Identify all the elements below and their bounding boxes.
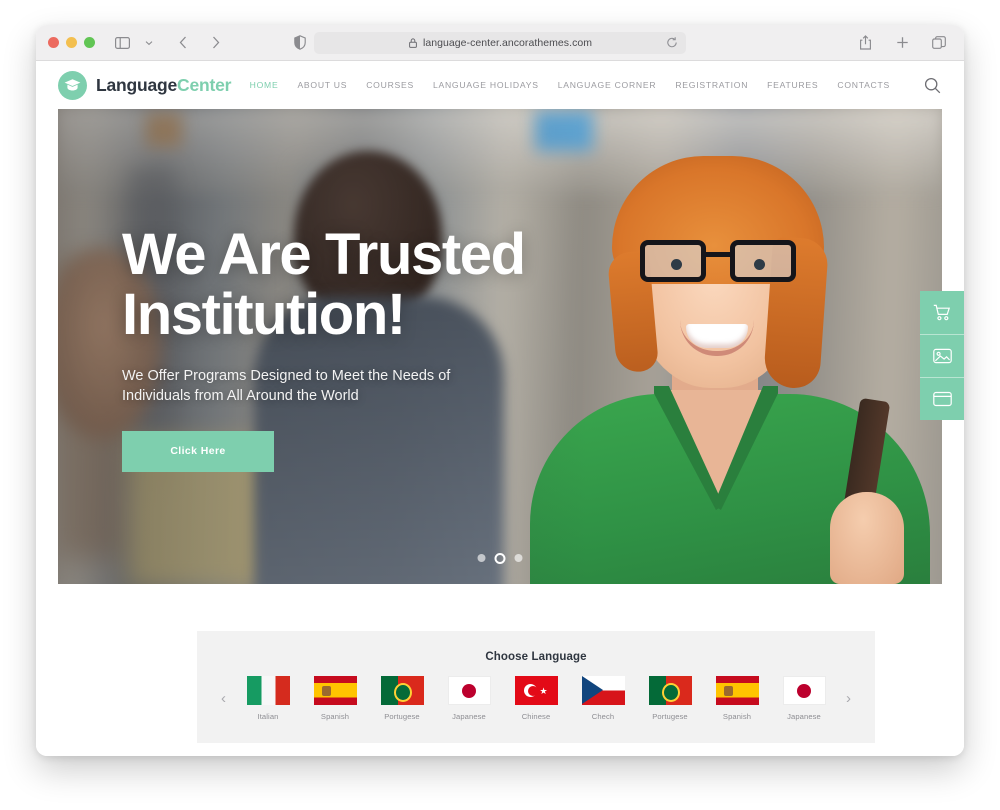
shopping-cart-icon[interactable]: [920, 291, 964, 334]
back-arrow-icon[interactable]: [172, 32, 194, 54]
hero-subtitle-line-2: Individuals from All Around the World: [122, 388, 359, 405]
language-label: Italian: [257, 712, 279, 721]
logo-wordmark: LanguageCenter: [96, 75, 231, 96]
slider-dot-2[interactable]: [494, 552, 506, 564]
zoom-window-button[interactable]: [84, 37, 95, 48]
spain-flag-icon: [313, 676, 357, 705]
card-window-icon[interactable]: [920, 377, 964, 420]
new-tab-icon[interactable]: [891, 32, 913, 54]
language-label: Portugese: [384, 712, 420, 721]
nav-item-features[interactable]: FEATURES: [767, 80, 818, 90]
portugal-flag-icon: [648, 676, 692, 705]
hero-slider: We Are Trusted Institution! We Offer Pro…: [58, 109, 942, 584]
hero-cta-button[interactable]: Click Here: [122, 430, 274, 472]
site-header: LanguageCenter HOME ABOUT US COURSES LAN…: [36, 61, 964, 109]
japan-flag-icon: [447, 676, 491, 705]
nav-item-registration[interactable]: REGISTRATION: [675, 80, 748, 90]
logo-primary-text: Language: [96, 74, 178, 95]
japan-flag-icon: [782, 676, 826, 705]
language-label: Spanish: [722, 712, 752, 721]
address-bar-container: language-center.ancorathemes.com: [314, 31, 686, 54]
address-bar[interactable]: language-center.ancorathemes.com: [314, 31, 686, 54]
language-item-japanese-1[interactable]: Japanese: [436, 676, 503, 721]
spain-flag-icon: [715, 676, 759, 705]
lock-icon: [408, 37, 418, 49]
hero-title-line-1: We Are Trusted: [122, 222, 526, 287]
browser-actions: [854, 32, 950, 54]
slider-dot-1[interactable]: [477, 554, 486, 562]
portugal-flag-icon: [380, 676, 424, 705]
hero-content: We Are Trusted Institution! We Offer Pro…: [122, 222, 592, 472]
nav-item-contacts[interactable]: CONTACTS: [837, 80, 890, 90]
floating-action-stack: [920, 291, 964, 420]
close-window-button[interactable]: [48, 37, 59, 48]
hero-title-line-2: Institution!: [122, 282, 406, 348]
language-carousel: ‹ Italian Spanish Portugese Japanese Chi…: [197, 676, 875, 721]
nav-item-about-us[interactable]: ABOUT US: [297, 80, 347, 90]
forward-arrow-icon[interactable]: [205, 32, 227, 54]
sidebar-toggle-icon[interactable]: [111, 32, 133, 54]
hero-subtitle-line-1: We Offer Programs Designed to Meet the N…: [122, 367, 451, 384]
language-label: Japanese: [787, 712, 821, 721]
language-item-chech[interactable]: Chech: [570, 676, 637, 721]
language-chooser-title: Choose Language: [485, 651, 587, 663]
history-navigation: [172, 32, 227, 54]
share-icon[interactable]: [854, 32, 876, 54]
nav-item-courses[interactable]: COURSES: [366, 80, 414, 90]
language-label: Japanese: [452, 712, 486, 721]
language-item-chinese[interactable]: Chinese: [503, 676, 570, 721]
page-whitespace: [36, 743, 964, 756]
hero-subtitle: We Offer Programs Designed to Meet the N…: [122, 366, 592, 407]
italy-flag-icon: [246, 676, 290, 705]
language-label: Spanish: [320, 712, 350, 721]
language-label: Chinese: [521, 712, 551, 721]
language-item-japanese-2[interactable]: Japanese: [771, 676, 838, 721]
search-icon[interactable]: [924, 77, 941, 94]
logo-secondary-text: Center: [177, 74, 232, 95]
language-chooser-panel: Choose Language ‹ Italian Spanish Portug…: [197, 631, 875, 743]
url-text: language-center.ancorathemes.com: [422, 36, 593, 49]
nav-item-language-holidays[interactable]: LANGUAGE HOLIDAYS: [433, 80, 539, 90]
browser-toolbar: language-center.ancorathemes.com: [36, 25, 964, 61]
carousel-prev-arrow[interactable]: ‹: [213, 690, 235, 707]
slider-pagination: [477, 552, 523, 564]
site-logo[interactable]: LanguageCenter: [58, 70, 231, 100]
main-navigation: HOME ABOUT US COURSES LANGUAGE HOLIDAYS …: [250, 77, 941, 94]
image-gallery-icon[interactable]: [920, 334, 964, 377]
language-item-portugese-2[interactable]: Portugese: [637, 676, 704, 721]
language-label: Portugese: [652, 712, 688, 721]
slider-dot-3[interactable]: [514, 554, 523, 562]
language-item-italian[interactable]: Italian: [235, 676, 302, 721]
graduation-cap-icon: [58, 70, 87, 100]
chevron-down-icon[interactable]: [138, 32, 160, 54]
czech-flag-icon: [581, 676, 625, 705]
tab-overview-icon[interactable]: [928, 32, 950, 54]
minimize-window-button[interactable]: [66, 37, 77, 48]
browser-window: language-center.ancorathemes.com Languag…: [36, 25, 964, 756]
language-label: Chech: [591, 712, 615, 721]
nav-item-home[interactable]: HOME: [250, 80, 279, 90]
language-item-spanish-1[interactable]: Spanish: [302, 676, 369, 721]
nav-item-language-corner[interactable]: LANGUAGE CORNER: [558, 80, 657, 90]
carousel-next-arrow[interactable]: ›: [838, 690, 860, 707]
reload-icon[interactable]: [665, 36, 678, 49]
window-controls: [48, 37, 95, 48]
sidebar-controls: [111, 32, 160, 54]
language-item-portugese-1[interactable]: Portugese: [369, 676, 436, 721]
privacy-shield-icon[interactable]: [289, 32, 311, 54]
website-viewport: LanguageCenter HOME ABOUT US COURSES LAN…: [36, 61, 964, 756]
language-item-spanish-2[interactable]: Spanish: [704, 676, 771, 721]
turkey-flag-icon: [514, 676, 558, 705]
hero-title: We Are Trusted Institution!: [122, 222, 592, 348]
